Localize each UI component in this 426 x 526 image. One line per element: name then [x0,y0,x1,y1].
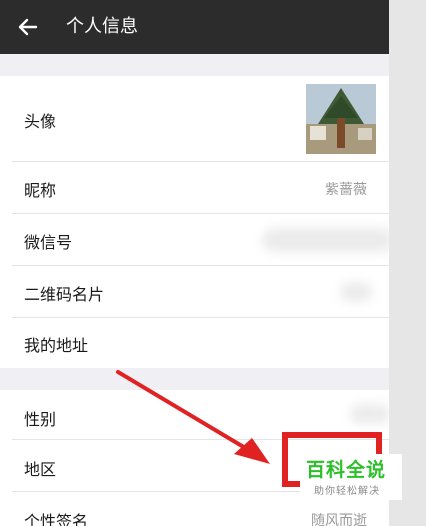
signature-label: 个性签名 [24,512,89,526]
wechat-id-blur [262,228,389,252]
address-label: 我的地址 [24,336,89,355]
baike-watermark: 百科全说 助你轻松解决 [282,432,402,500]
avatar-row[interactable]: 头像 [0,76,389,162]
wechat-id-row[interactable]: 微信号 [0,214,389,266]
signature-value: 随风而逝 [311,513,367,526]
qr-code-icon [340,282,372,302]
profile-group: 头像 昵称 紫蔷薇 微信号 二维码名片 我的地址 [0,76,389,368]
avatar-tree-picture [306,84,376,154]
qr-card-row[interactable]: 二维码名片 [0,266,389,318]
gender-label: 性别 [24,410,57,429]
avatar-image[interactable] [306,84,376,154]
wechat-id-label: 微信号 [24,233,73,252]
avatar-label: 头像 [24,112,57,131]
watermark-brand: 百科全说 [306,459,387,481]
watermark-tagline: 助你轻松解决 [314,486,380,497]
arrow-left-icon[interactable] [18,17,38,37]
nickname-row[interactable]: 昵称 紫蔷薇 [0,162,389,214]
nickname-label: 昵称 [24,181,57,200]
address-row[interactable]: 我的地址 [0,318,389,368]
top-bar: 个人信息 [0,0,389,54]
gender-value-blur [350,404,389,424]
region-label: 地区 [24,460,57,479]
page-title: 个人信息 [66,16,138,37]
qr-card-label: 二维码名片 [24,285,105,304]
nickname-value: 紫蔷薇 [325,182,367,198]
